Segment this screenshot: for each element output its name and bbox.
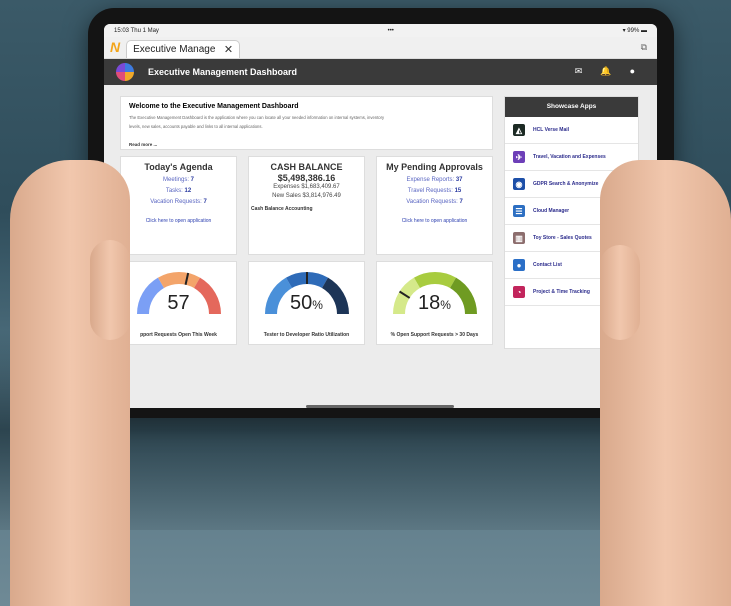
welcome-panel: Welcome to the Executive Management Dash… bbox=[120, 96, 493, 150]
gauge-2-caption: Tester to Developer Ratio Utilization bbox=[263, 332, 350, 338]
tablet-screen: 15:03 Thu 1 May ••• ▾ 99% ▬ N Executive … bbox=[104, 24, 657, 408]
cash-sales: New Sales $3,814,976.49 bbox=[272, 193, 341, 199]
right-thumb bbox=[600, 245, 640, 340]
gauge-card-1[interactable]: 57 pport Requests Open This Week bbox=[120, 261, 237, 345]
travel-line: Travel Requests: 15 bbox=[407, 188, 462, 194]
bell-icon[interactable]: 🔔 bbox=[600, 66, 611, 77]
left-hand bbox=[10, 160, 130, 606]
showcase-item-label: Contact List bbox=[533, 262, 562, 268]
user-icon[interactable]: ● bbox=[630, 66, 635, 77]
welcome-body-2: levels, new sales, accounts payable and … bbox=[129, 124, 263, 129]
clock-icon: ◔ bbox=[513, 286, 525, 298]
cash-accounting-link[interactable]: Cash Balance Accounting bbox=[249, 206, 364, 212]
showcase-item-label: Cloud Manager bbox=[533, 208, 570, 214]
cash-balance-card: CASH BALANCE $5,498,386.16 Expenses $1,6… bbox=[248, 156, 365, 255]
tasks-line: Tasks: 12 bbox=[165, 188, 192, 194]
contact-icon: ● bbox=[513, 259, 525, 271]
expense-line: Expense Reports: 37 bbox=[406, 177, 463, 183]
gauge-2-value: 50% bbox=[290, 292, 323, 314]
browser-tab[interactable]: Executive Manage ✕ bbox=[126, 40, 241, 58]
read-more-link[interactable]: Read more ... bbox=[129, 142, 157, 147]
agenda-card: Today's Agenda Meetings: 7 Tasks: 12 Vac… bbox=[120, 156, 237, 255]
browser-tabstrip: N Executive Manage ✕ ⧉ bbox=[104, 37, 657, 59]
gauge-3-caption: % Open Support Requests > 30 Days bbox=[390, 332, 479, 338]
app-header: Executive Management Dashboard ✉ 🔔 ● bbox=[104, 59, 657, 85]
gauge-3-value: 18% bbox=[418, 292, 451, 314]
showcase-item[interactable]: ◭ HCL Verse Mail bbox=[505, 117, 638, 144]
gauge-1-value: 57 bbox=[167, 292, 190, 314]
showcase-item-label: HCL Verse Mail bbox=[533, 127, 570, 133]
brand-logo-icon: N bbox=[110, 39, 121, 55]
gauge-1-caption: pport Requests Open This Week bbox=[140, 332, 217, 338]
app-logo-icon bbox=[116, 63, 134, 81]
gauge-segment bbox=[158, 272, 200, 289]
gauge-card-2[interactable]: 50% Tester to Developer Ratio Utilizatio… bbox=[248, 261, 365, 345]
welcome-body-1: The Executive Management Dashboard is th… bbox=[129, 115, 385, 120]
approvals-card: My Pending Approvals Expense Reports: 37… bbox=[376, 156, 493, 255]
close-tab-icon[interactable]: ✕ bbox=[224, 43, 233, 56]
agenda-open-link[interactable]: Click here to open application bbox=[121, 218, 236, 224]
cash-amount: $5,498,386.16 bbox=[277, 173, 336, 183]
status-bar: 15:03 Thu 1 May ••• ▾ 99% ▬ bbox=[104, 24, 657, 37]
left-thumb bbox=[90, 240, 130, 340]
agenda-title: Today's Agenda bbox=[144, 162, 213, 172]
showcase-item-label: Travel, Vacation and Expenses bbox=[533, 154, 606, 160]
status-battery: ▾ 99% ▬ bbox=[622, 28, 647, 34]
status-time: 15:03 Thu 1 May bbox=[114, 27, 159, 34]
gauge-segment bbox=[414, 272, 456, 289]
approvals-open-link[interactable]: Click here to open application bbox=[377, 218, 492, 224]
showcase-item-label: Toy Store - Sales Quotes bbox=[533, 235, 592, 241]
cash-expenses: Expenses $1,683,409.67 bbox=[273, 184, 340, 190]
plane-icon: ✈ bbox=[513, 151, 525, 163]
gauge-card-3[interactable]: 18% % Open Support Requests > 30 Days bbox=[376, 261, 493, 345]
server-icon: ☰ bbox=[513, 205, 525, 217]
approval-vacation-line: Vacation Requests: 7 bbox=[406, 199, 463, 205]
status-dots: ••• bbox=[387, 27, 394, 34]
dashboard-content: Welcome to the Executive Management Dash… bbox=[120, 96, 493, 345]
tab-title: Executive Manage bbox=[133, 44, 216, 55]
window-switch-icon[interactable]: ⧉ bbox=[641, 42, 647, 53]
right-hand bbox=[600, 160, 731, 606]
app-title: Executive Management Dashboard bbox=[148, 67, 298, 77]
vacation-line: Vacation Requests: 7 bbox=[150, 199, 207, 205]
showcase-item-label: Project & Time Tracking bbox=[533, 289, 590, 295]
cash-title: CASH BALANCE bbox=[270, 162, 343, 172]
chart-icon: ▥ bbox=[513, 232, 525, 244]
home-indicator[interactable] bbox=[306, 405, 454, 408]
showcase-item-label: GDPR Search & Anonymize bbox=[533, 181, 599, 187]
verse-icon: ◭ bbox=[513, 124, 525, 136]
mail-icon[interactable]: ✉ bbox=[575, 66, 583, 77]
showcase-title: Showcase Apps bbox=[505, 97, 638, 117]
gdpr-icon: ◉ bbox=[513, 178, 525, 190]
meetings-line: Meetings: 7 bbox=[162, 177, 195, 183]
approvals-title: My Pending Approvals bbox=[386, 162, 483, 172]
welcome-title: Welcome to the Executive Management Dash… bbox=[129, 103, 299, 110]
